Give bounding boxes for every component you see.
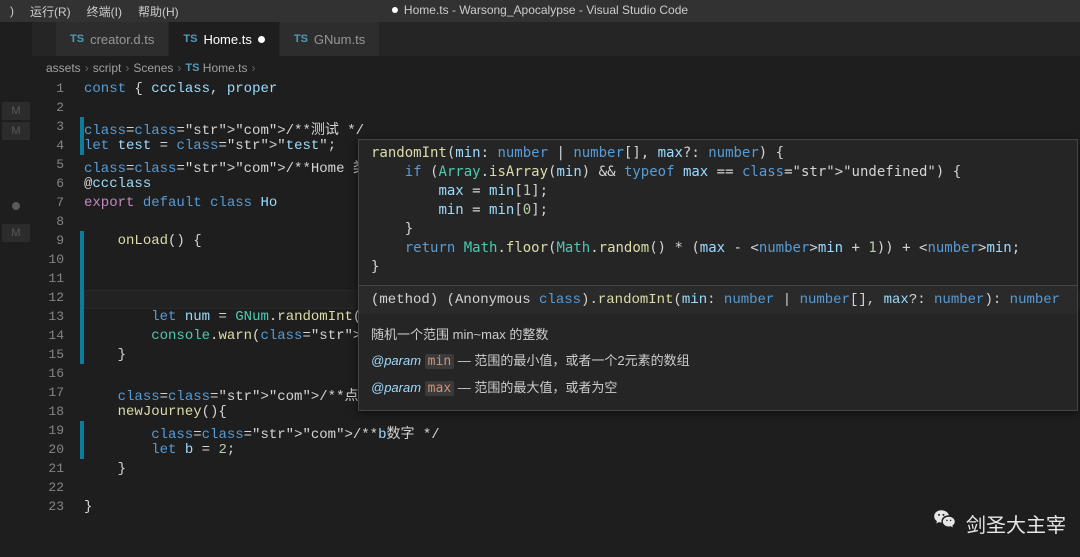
hover-param: @param min — 范围的最小值，或者一个2元素的数组 [371,348,1065,375]
scm-marker: M [2,102,30,120]
typescript-icon: TS [185,62,199,74]
tab-bar: TS creator.d.ts TS Home.ts TS GNum.ts [32,22,1080,57]
tab-label: Home.ts [203,32,251,47]
code-line[interactable] [84,100,1080,119]
hover-signature: (method) (Anonymous class).randomInt(min… [359,285,1077,314]
wechat-icon [932,507,958,539]
code-line[interactable]: class=class="str">"com">/**b数字 */ [84,423,1080,442]
typescript-icon: TS [294,33,308,45]
code-line[interactable]: } [84,499,1080,518]
menubar-item-run[interactable]: 运行(R) [22,3,79,20]
breadcrumb-segment[interactable]: Home.ts [203,61,248,75]
breadcrumb-segment[interactable]: assets [46,61,81,75]
hover-code-block: randomInt(min: number | number[], max?: … [359,140,1077,285]
code-line[interactable]: const { ccclass, proper [84,81,1080,100]
hover-tooltip: randomInt(min: number | number[], max?: … [358,139,1078,411]
breadcrumb-segment[interactable]: Scenes [133,61,173,75]
breadcrumb-segment[interactable]: script [93,61,122,75]
scm-marker: M [2,224,30,242]
tab-creator-d-ts[interactable]: TS creator.d.ts [56,22,169,56]
menubar-item-terminal[interactable]: 终端(I) [79,3,130,20]
dirty-indicator-icon [392,7,398,13]
hover-param: @param max — 范围的最大值，或者为空 [371,375,1065,402]
tab-label: GNum.ts [314,32,365,47]
menubar-item-help[interactable]: 帮助(H) [130,3,187,20]
watermark: 剑圣大主宰 [932,507,1066,539]
code-line[interactable]: class=class="str">"com">/**测试 */ [84,119,1080,138]
window-title: Home.ts - Warsong_Apocalypse - Visual St… [392,3,688,17]
hover-description: 随机一个范围 min~max 的整数 [371,322,1065,348]
hover-documentation: 随机一个范围 min~max 的整数 @param min — 范围的最小值，或… [359,314,1077,410]
line-number-gutter: 1234567891011121314151617181920212223 [32,79,80,557]
tab-gnum-ts[interactable]: TS GNum.ts [280,22,380,56]
left-decoration-gutter: M M M [0,22,32,557]
breadcrumb[interactable]: assets› script› Scenes› TS Home.ts› [32,57,1080,79]
code-line[interactable]: } [84,461,1080,480]
typescript-icon: TS [70,33,84,45]
tab-home-ts[interactable]: TS Home.ts [169,22,279,56]
code-editor[interactable]: 1234567891011121314151617181920212223 co… [32,79,1080,557]
typescript-icon: TS [183,33,197,45]
scm-marker: M [2,122,30,140]
code-line[interactable] [84,480,1080,499]
tab-label: creator.d.ts [90,32,154,47]
watermark-text: 剑圣大主宰 [966,509,1066,538]
window-title-text: Home.ts - Warsong_Apocalypse - Visual St… [404,3,688,17]
tab-dirty-indicator-icon [258,36,265,43]
code-line[interactable]: let b = 2; [84,442,1080,461]
breakpoint-indicator-icon [12,202,20,210]
menubar-item-partial[interactable]: ) [2,4,22,18]
